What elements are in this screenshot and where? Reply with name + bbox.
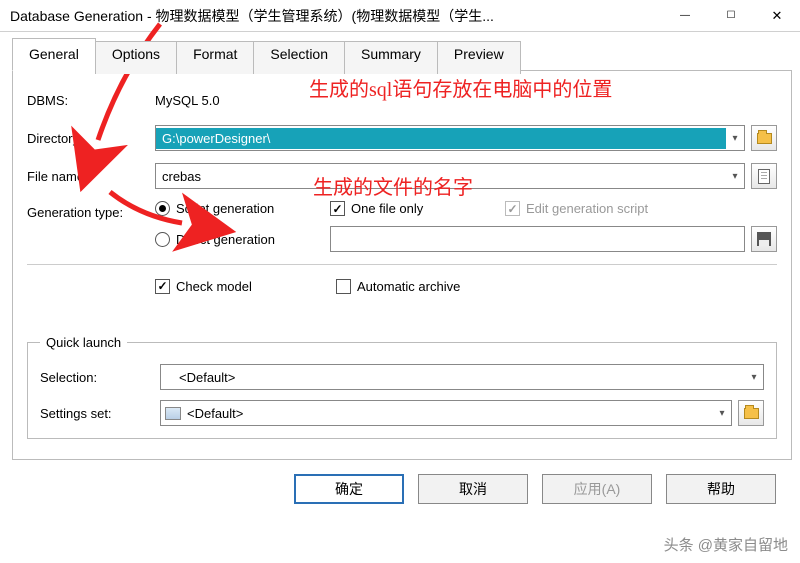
filename-combo[interactable]: crebas ▾ (155, 163, 745, 189)
close-button[interactable]: ✕ (754, 0, 800, 31)
tab-preview[interactable]: Preview (437, 41, 521, 74)
direct-generation-save-button[interactable] (751, 226, 777, 252)
titlebar: Database Generation - 物理数据模型（学生管理系统）(物理数… (0, 0, 800, 32)
filename-page-button[interactable] (751, 163, 777, 189)
settings-set-combo[interactable]: <Default> ▾ (160, 400, 732, 426)
settings-set-value: <Default> (181, 406, 713, 421)
tab-format[interactable]: Format (176, 41, 254, 74)
separator (27, 264, 777, 265)
directory-label: Directory: (27, 131, 155, 146)
check-check-model[interactable]: Check model (155, 279, 310, 294)
settings-browse-button[interactable] (738, 400, 764, 426)
radio-direct-generation[interactable]: Direct generation (155, 232, 310, 247)
window-title: Database Generation - 物理数据模型（学生管理系统）(物理数… (10, 6, 662, 26)
directory-value: G:\powerDesigner\ (156, 128, 726, 149)
tab-general[interactable]: General (12, 38, 96, 71)
help-button[interactable]: 帮助 (666, 474, 776, 504)
radio-icon (155, 232, 170, 247)
radio-icon (155, 201, 170, 216)
minimize-button[interactable]: — (662, 0, 708, 31)
checkbox-icon (336, 279, 351, 294)
tab-selection[interactable]: Selection (253, 41, 345, 74)
quick-launch-group: Quick launch Selection: <Default> ▾ Sett… (27, 335, 777, 439)
tab-options[interactable]: Options (95, 41, 177, 74)
filename-value: crebas (156, 169, 726, 184)
check-edit-generation-script: Edit generation script (505, 201, 648, 216)
direct-generation-input[interactable] (330, 226, 745, 252)
selection-combo[interactable]: <Default> ▾ (160, 364, 764, 390)
ok-button[interactable]: 确定 (294, 474, 404, 504)
check-automatic-archive[interactable]: Automatic archive (336, 279, 460, 294)
page-icon (758, 169, 770, 184)
tab-panel-general: DBMS: MySQL 5.0 Directory: G:\powerDesig… (12, 70, 792, 460)
watermark-text: 头条 @黄家自留地 (664, 534, 788, 555)
quick-launch-legend: Quick launch (40, 335, 127, 350)
floppy-icon (757, 232, 771, 246)
window-buttons: — ☐ ✕ (662, 0, 800, 31)
folder-icon (744, 408, 759, 419)
radio-script-generation[interactable]: Script generation (155, 201, 310, 216)
chevron-down-icon[interactable]: ▾ (726, 171, 744, 182)
tab-summary[interactable]: Summary (344, 41, 438, 74)
settings-icon (165, 407, 181, 420)
directory-combo[interactable]: G:\powerDesigner\ ▾ (155, 125, 745, 151)
selection-value: <Default> (161, 370, 745, 385)
folder-icon (757, 133, 772, 144)
check-one-file-only[interactable]: One file only (330, 201, 485, 216)
selection-label: Selection: (40, 370, 160, 385)
browse-directory-button[interactable] (751, 125, 777, 151)
settings-set-label: Settings set: (40, 406, 160, 421)
dialog-button-bar: 确定 取消 应用(A) 帮助 (0, 460, 800, 504)
cancel-button[interactable]: 取消 (418, 474, 528, 504)
maximize-button[interactable]: ☐ (708, 0, 754, 31)
chevron-down-icon[interactable]: ▾ (745, 372, 763, 383)
chevron-down-icon[interactable]: ▾ (713, 408, 731, 419)
watermark: 头条 @黄家自留地 (664, 534, 788, 555)
apply-button: 应用(A) (542, 474, 652, 504)
chevron-down-icon[interactable]: ▾ (726, 133, 744, 144)
tabstrip: General Options Format Selection Summary… (12, 38, 792, 71)
checkbox-icon (330, 201, 345, 216)
checkbox-icon (505, 201, 520, 216)
dbms-value: MySQL 5.0 (155, 93, 220, 108)
checkbox-icon (155, 279, 170, 294)
dbms-label: DBMS: (27, 93, 155, 108)
gentype-label: Generation type: (27, 201, 155, 220)
filename-label: File name: (27, 169, 155, 184)
